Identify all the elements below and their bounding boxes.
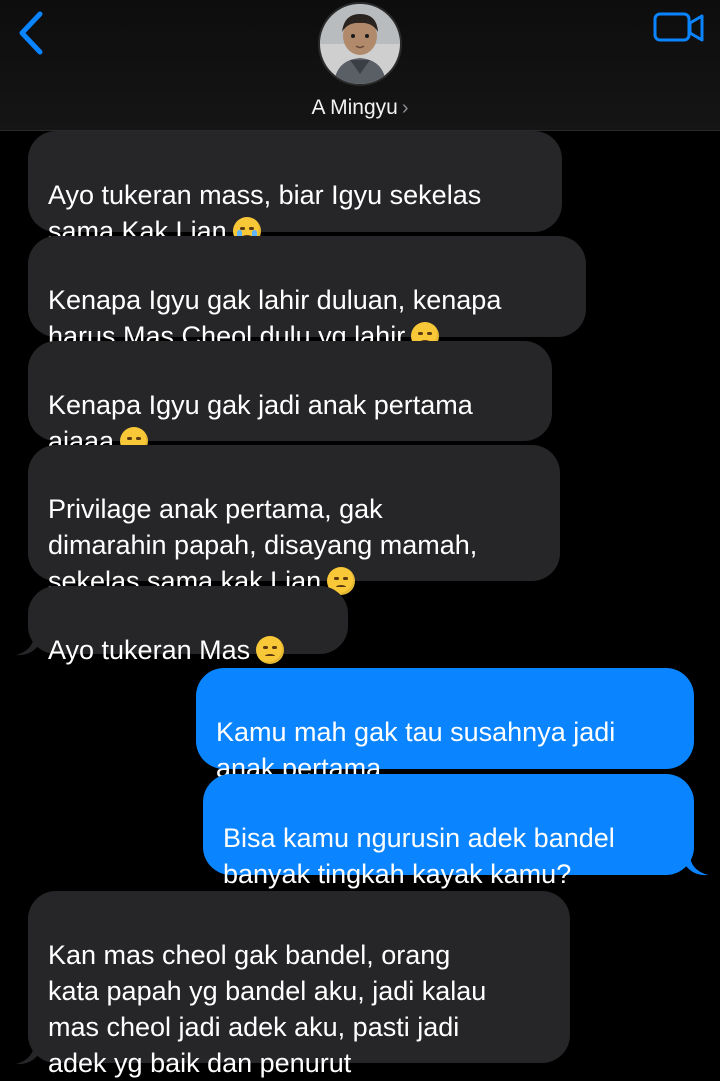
message-text: Kan mas cheol gak bandel, orang kata pap… xyxy=(48,940,487,1078)
bubble-tail xyxy=(16,1043,38,1065)
message-bubble-incoming[interactable]: Kenapa Igyu gak jadi anak pertama ajaaa xyxy=(28,341,552,458)
chevron-right-icon: › xyxy=(401,97,409,119)
disappointed-face-icon xyxy=(256,636,285,664)
video-call-button[interactable] xyxy=(652,8,706,48)
message-bubble-outgoing[interactable]: Bisa kamu ngurusin adek bandel banyak ti… xyxy=(203,774,694,889)
back-button[interactable] xyxy=(10,8,54,58)
contact-name: A Mingyu xyxy=(311,96,398,119)
contact-avatar[interactable] xyxy=(318,2,402,86)
chevron-left-icon xyxy=(19,11,43,55)
message-bubble-outgoing[interactable]: Kamu mah gak tau susahnya jadi anak pert… xyxy=(196,668,694,783)
message-bubble-incoming[interactable]: Ayo tukeran mass, biar Igyu sekelas sama… xyxy=(28,131,562,246)
conversation-header: A Mingyu › xyxy=(0,0,720,131)
message-bubble-incoming[interactable]: Kenapa Igyu gak lahir duluan, kenapa har… xyxy=(28,236,586,351)
avatar-photo xyxy=(320,4,400,84)
message-bubble-incoming[interactable]: Ayo tukeran Mas xyxy=(28,586,348,665)
message-bubble-incoming[interactable]: Privilage anak pertama, gak dimarahin pa… xyxy=(28,445,560,596)
contact-name-button[interactable]: A Mingyu › xyxy=(0,96,720,120)
video-camera-icon xyxy=(653,12,704,42)
message-bubble-incoming[interactable]: Kan mas cheol gak bandel, orang kata pap… xyxy=(28,891,570,1078)
message-text: Ayo tukeran Mas xyxy=(48,635,251,665)
bubble-tail xyxy=(686,854,708,876)
message-text: Privilage anak pertama, gak dimarahin pa… xyxy=(48,494,478,596)
bubble-tail xyxy=(16,634,38,656)
message-text: Bisa kamu ngurusin adek bandel banyak ti… xyxy=(223,823,615,889)
